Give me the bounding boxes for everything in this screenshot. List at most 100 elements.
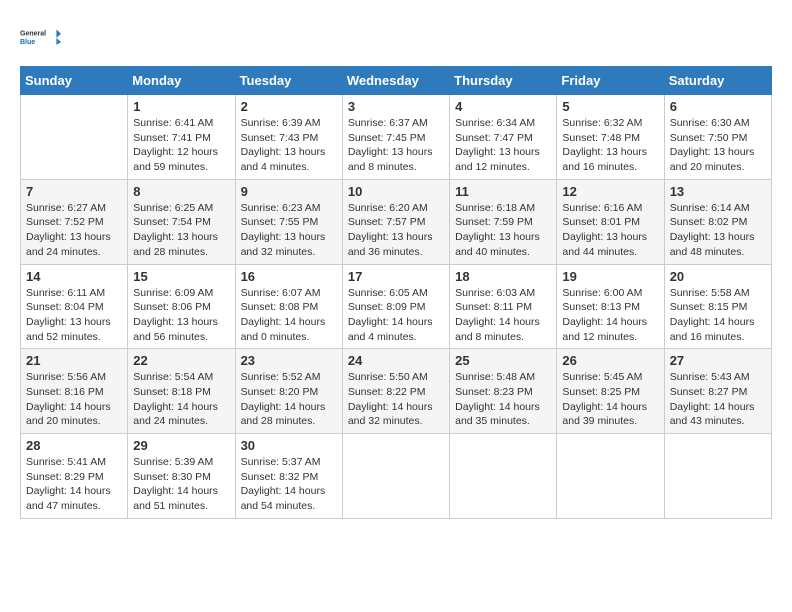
day-number: 12 — [562, 184, 658, 199]
calendar-cell: 13 Sunrise: 6:14 AMSunset: 8:02 PMDayligh… — [664, 179, 771, 264]
calendar-cell: 23Sunrise: 5:52 AMSunset: 8:20 PMDayligh… — [235, 349, 342, 434]
day-number: 4 — [455, 99, 551, 114]
page-header: General Blue — [20, 16, 772, 58]
calendar-cell: 8 Sunrise: 6:25 AMSunset: 7:54 PMDaylight… — [128, 179, 235, 264]
calendar-cell: 20 Sunrise: 5:58 AMSunset: 8:15 PMDayligh… — [664, 264, 771, 349]
calendar-cell: 6 Sunrise: 6:30 AMSunset: 7:50 PMDaylight… — [664, 95, 771, 180]
day-info: Sunrise: 5:45 AMSunset: 8:25 PMDaylight:… — [562, 370, 658, 429]
day-info: Sunrise: 6:14 AMSunset: 8:02 PMDaylight:… — [670, 201, 766, 260]
day-info: Sunrise: 6:41 AMSunset: 7:41 PMDaylight:… — [133, 116, 229, 175]
calendar-week-row: 14 Sunrise: 6:11 AMSunset: 8:04 PMDayligh… — [21, 264, 772, 349]
day-number: 7 — [26, 184, 122, 199]
day-info: Sunrise: 6:09 AMSunset: 8:06 PMDaylight:… — [133, 286, 229, 345]
calendar-cell: 29 Sunrise: 5:39 AMSunset: 8:30 PMDayligh… — [128, 434, 235, 519]
day-number: 9 — [241, 184, 337, 199]
calendar-cell — [450, 434, 557, 519]
calendar-cell: 18 Sunrise: 6:03 AMSunset: 8:11 PMDayligh… — [450, 264, 557, 349]
logo-svg: General Blue — [20, 16, 62, 58]
day-info: Sunrise: 6:39 AMSunset: 7:43 PMDaylight:… — [241, 116, 337, 175]
day-number: 20 — [670, 269, 766, 284]
day-info: Sunrise: 5:54 AMSunset: 8:18 PMDaylight:… — [133, 370, 229, 429]
calendar-cell: 7Sunrise: 6:27 AMSunset: 7:52 PMDaylight… — [21, 179, 128, 264]
day-number: 1 — [133, 99, 229, 114]
day-info: Sunrise: 5:48 AMSunset: 8:23 PMDaylight:… — [455, 370, 551, 429]
day-number: 26 — [562, 353, 658, 368]
day-number: 29 — [133, 438, 229, 453]
svg-text:General: General — [20, 31, 46, 38]
calendar-cell: 21 Sunrise: 5:56 AMSunset: 8:16 PMDayligh… — [21, 349, 128, 434]
day-info: Sunrise: 6:34 AMSunset: 7:47 PMDaylight:… — [455, 116, 551, 175]
day-info: Sunrise: 6:07 AMSunset: 8:08 PMDaylight:… — [241, 286, 337, 345]
calendar-cell: 4 Sunrise: 6:34 AMSunset: 7:47 PMDaylight… — [450, 95, 557, 180]
calendar-cell: 10 Sunrise: 6:20 AMSunset: 7:57 PMDayligh… — [342, 179, 449, 264]
calendar-week-row: 1 Sunrise: 6:41 AMSunset: 7:41 PMDaylight… — [21, 95, 772, 180]
calendar-cell: 25 Sunrise: 5:48 AMSunset: 8:23 PMDayligh… — [450, 349, 557, 434]
day-info: Sunrise: 5:58 AMSunset: 8:15 PMDaylight:… — [670, 286, 766, 345]
weekday-header-row: SundayMondayTuesdayWednesdayThursdayFrid… — [21, 67, 772, 95]
day-info: Sunrise: 5:50 AMSunset: 8:22 PMDaylight:… — [348, 370, 444, 429]
calendar-cell: 16 Sunrise: 6:07 AMSunset: 8:08 PMDayligh… — [235, 264, 342, 349]
weekday-header-thursday: Thursday — [450, 67, 557, 95]
day-info: Sunrise: 6:05 AMSunset: 8:09 PMDaylight:… — [348, 286, 444, 345]
calendar-cell — [557, 434, 664, 519]
weekday-header-wednesday: Wednesday — [342, 67, 449, 95]
calendar-cell: 9 Sunrise: 6:23 AMSunset: 7:55 PMDaylight… — [235, 179, 342, 264]
day-info: Sunrise: 6:00 AMSunset: 8:13 PMDaylight:… — [562, 286, 658, 345]
day-info: Sunrise: 6:25 AMSunset: 7:54 PMDaylight:… — [133, 201, 229, 260]
calendar-cell: 27 Sunrise: 5:43 AMSunset: 8:27 PMDayligh… — [664, 349, 771, 434]
calendar-cell: 19 Sunrise: 6:00 AMSunset: 8:13 PMDayligh… — [557, 264, 664, 349]
calendar-cell: 2 Sunrise: 6:39 AMSunset: 7:43 PMDaylight… — [235, 95, 342, 180]
calendar-week-row: 7Sunrise: 6:27 AMSunset: 7:52 PMDaylight… — [21, 179, 772, 264]
day-info: Sunrise: 6:18 AMSunset: 7:59 PMDaylight:… — [455, 201, 551, 260]
day-info: Sunrise: 5:56 AMSunset: 8:16 PMDaylight:… — [26, 370, 122, 429]
weekday-header-tuesday: Tuesday — [235, 67, 342, 95]
calendar-cell: 14 Sunrise: 6:11 AMSunset: 8:04 PMDayligh… — [21, 264, 128, 349]
day-number: 23 — [241, 353, 337, 368]
day-info: Sunrise: 6:20 AMSunset: 7:57 PMDaylight:… — [348, 201, 444, 260]
day-number: 10 — [348, 184, 444, 199]
day-info: Sunrise: 5:39 AMSunset: 8:30 PMDaylight:… — [133, 455, 229, 514]
calendar-cell: 3Sunrise: 6:37 AMSunset: 7:45 PMDaylight… — [342, 95, 449, 180]
day-info: Sunrise: 6:11 AMSunset: 8:04 PMDaylight:… — [26, 286, 122, 345]
day-number: 14 — [26, 269, 122, 284]
day-number: 11 — [455, 184, 551, 199]
calendar-cell: 1 Sunrise: 6:41 AMSunset: 7:41 PMDaylight… — [128, 95, 235, 180]
day-number: 16 — [241, 269, 337, 284]
calendar-table: SundayMondayTuesdayWednesdayThursdayFrid… — [20, 66, 772, 519]
day-info: Sunrise: 6:37 AMSunset: 7:45 PMDaylight:… — [348, 116, 444, 175]
day-number: 5 — [562, 99, 658, 114]
day-number: 18 — [455, 269, 551, 284]
day-number: 6 — [670, 99, 766, 114]
day-number: 8 — [133, 184, 229, 199]
calendar-cell: 30Sunrise: 5:37 AMSunset: 8:32 PMDayligh… — [235, 434, 342, 519]
day-number: 13 — [670, 184, 766, 199]
calendar-cell: 17 Sunrise: 6:05 AMSunset: 8:09 PMDayligh… — [342, 264, 449, 349]
calendar-cell: 12 Sunrise: 6:16 AMSunset: 8:01 PMDayligh… — [557, 179, 664, 264]
logo: General Blue — [20, 16, 62, 58]
day-number: 21 — [26, 353, 122, 368]
day-number: 17 — [348, 269, 444, 284]
weekday-header-saturday: Saturday — [664, 67, 771, 95]
weekday-header-sunday: Sunday — [21, 67, 128, 95]
calendar-cell: 22 Sunrise: 5:54 AMSunset: 8:18 PMDayligh… — [128, 349, 235, 434]
day-number: 27 — [670, 353, 766, 368]
calendar-cell: 11 Sunrise: 6:18 AMSunset: 7:59 PMDayligh… — [450, 179, 557, 264]
day-info: Sunrise: 5:43 AMSunset: 8:27 PMDaylight:… — [670, 370, 766, 429]
calendar-cell: 15Sunrise: 6:09 AMSunset: 8:06 PMDayligh… — [128, 264, 235, 349]
day-number: 25 — [455, 353, 551, 368]
day-info: Sunrise: 6:03 AMSunset: 8:11 PMDaylight:… — [455, 286, 551, 345]
day-info: Sunrise: 6:32 AMSunset: 7:48 PMDaylight:… — [562, 116, 658, 175]
calendar-cell — [342, 434, 449, 519]
day-info: Sunrise: 5:41 AMSunset: 8:29 PMDaylight:… — [26, 455, 122, 514]
day-info: Sunrise: 6:30 AMSunset: 7:50 PMDaylight:… — [670, 116, 766, 175]
calendar-cell: 26 Sunrise: 5:45 AMSunset: 8:25 PMDayligh… — [557, 349, 664, 434]
day-info: Sunrise: 6:23 AMSunset: 7:55 PMDaylight:… — [241, 201, 337, 260]
day-info: Sunrise: 5:37 AMSunset: 8:32 PMDaylight:… — [241, 455, 337, 514]
day-number: 19 — [562, 269, 658, 284]
calendar-cell: 5 Sunrise: 6:32 AMSunset: 7:48 PMDaylight… — [557, 95, 664, 180]
day-info: Sunrise: 6:16 AMSunset: 8:01 PMDaylight:… — [562, 201, 658, 260]
day-number: 22 — [133, 353, 229, 368]
day-number: 2 — [241, 99, 337, 114]
day-number: 28 — [26, 438, 122, 453]
calendar-cell — [664, 434, 771, 519]
